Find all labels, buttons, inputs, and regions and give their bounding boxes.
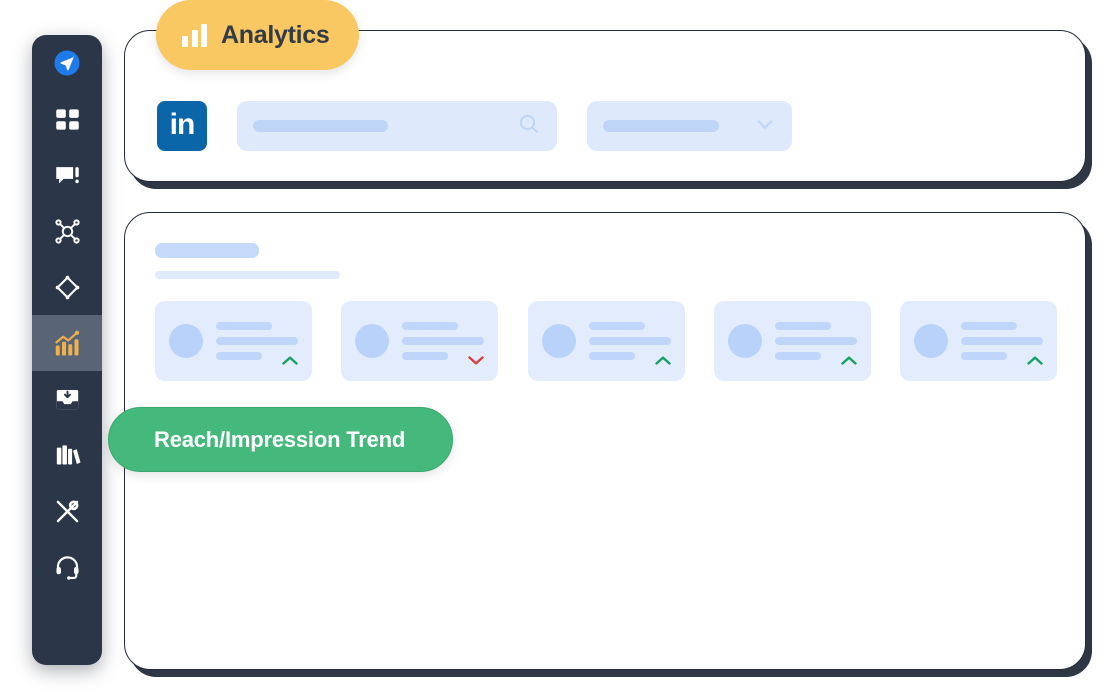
skeleton-line [588, 352, 635, 360]
sidebar-item-campaigns[interactable] [32, 259, 102, 315]
skeleton-line [774, 321, 831, 330]
stat-card-trend-row [216, 352, 298, 365]
stat-card[interactable] [341, 301, 499, 381]
skeleton-line [961, 336, 1043, 345]
search-icon[interactable] [517, 112, 541, 141]
comment-alert-icon [54, 162, 81, 189]
skeleton-line [588, 336, 671, 345]
inbox-download-icon [54, 386, 81, 413]
chevron-down-icon[interactable] [754, 113, 776, 140]
headset-support-icon [54, 554, 81, 581]
stat-card-trend-row [402, 352, 484, 365]
stat-card[interactable] [155, 301, 312, 381]
sidebar-item-library[interactable] [32, 427, 102, 483]
trend-up-icon [1027, 352, 1043, 365]
trend-up-icon [654, 352, 671, 365]
avatar [355, 324, 390, 358]
skeleton-line [774, 336, 857, 345]
trend-up-icon [282, 352, 298, 365]
filter-value-skeleton [603, 120, 719, 132]
sidebar-item-analytics[interactable] [32, 315, 102, 371]
heading-line-secondary [155, 271, 340, 279]
avatar [169, 324, 203, 358]
stat-card-lines [961, 321, 1043, 365]
sidebar-item-tools[interactable] [32, 483, 102, 539]
sidebar-item-dashboard[interactable] [32, 91, 102, 147]
grid-icon [54, 106, 81, 133]
avatar [914, 324, 948, 358]
sidebar-item-engage[interactable] [32, 147, 102, 203]
network-icon [54, 218, 81, 245]
sidebar-item-network[interactable] [32, 203, 102, 259]
send-icon [52, 48, 82, 78]
stat-card-lines [216, 321, 298, 365]
sidebar-item-inbox[interactable] [32, 371, 102, 427]
filter-select[interactable] [587, 101, 792, 151]
search-input[interactable] [237, 101, 557, 151]
skeleton-line [961, 352, 1007, 360]
reach-pill-label: Reach/Impression Trend [154, 426, 406, 452]
skeleton-line [961, 321, 1017, 330]
analytics-chart-icon [52, 328, 82, 358]
heading-line-primary [155, 243, 259, 258]
skeleton-line [588, 321, 645, 330]
skeleton-line [216, 336, 298, 345]
bar-chart-icon [182, 23, 207, 47]
search-placeholder-skeleton [253, 120, 388, 132]
skeleton-line [774, 352, 821, 360]
skeleton-line [402, 321, 459, 330]
stat-card-lines [402, 321, 485, 365]
stat-card-list [155, 301, 1057, 381]
stat-card-trend-row [774, 352, 857, 365]
analytics-tab-pill[interactable]: Analytics [156, 0, 360, 70]
library-icon [54, 442, 81, 469]
stat-card-trend-row [588, 352, 671, 365]
stat-card-lines [588, 321, 671, 365]
app-root: in Analytics Reach/Impression Trend [0, 0, 1108, 700]
sidebar [32, 35, 102, 665]
sidebar-item-send[interactable] [32, 35, 102, 91]
search-toolbar: in [157, 101, 792, 151]
stat-card[interactable] [527, 301, 685, 381]
stat-card-trend-row [961, 352, 1043, 365]
skeleton-line [216, 321, 272, 330]
reach-impression-trend-pill[interactable]: Reach/Impression Trend [108, 407, 453, 472]
stat-card[interactable] [900, 301, 1057, 381]
skeleton-line [402, 336, 485, 345]
skeleton-line [216, 352, 262, 360]
diamond-icon [54, 274, 81, 301]
sidebar-item-support[interactable] [32, 539, 102, 595]
avatar [541, 324, 576, 358]
stat-card-lines [774, 321, 857, 365]
panel-heading-skeleton [155, 243, 340, 279]
stat-card[interactable] [713, 301, 871, 381]
trend-down-icon [468, 352, 484, 365]
skeleton-line [402, 352, 449, 360]
tools-icon [54, 498, 81, 525]
linkedin-logo: in [157, 101, 207, 151]
trend-up-icon [841, 352, 857, 365]
avatar [727, 324, 762, 358]
analytics-pill-label: Analytics [221, 20, 330, 49]
